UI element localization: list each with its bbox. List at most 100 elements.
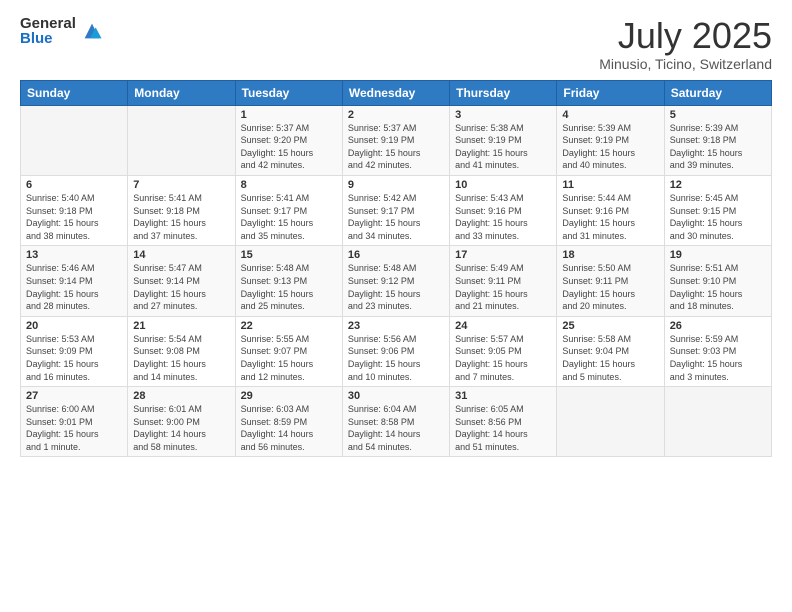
calendar-cell: 11Sunrise: 5:44 AM Sunset: 9:16 PM Dayli…: [557, 175, 664, 245]
calendar-cell: 29Sunrise: 6:03 AM Sunset: 8:59 PM Dayli…: [235, 387, 342, 457]
day-of-week-header: Sunday: [21, 80, 128, 105]
day-info: Sunrise: 6:00 AM Sunset: 9:01 PM Dayligh…: [26, 403, 122, 453]
calendar-cell: 7Sunrise: 5:41 AM Sunset: 9:18 PM Daylig…: [128, 175, 235, 245]
logo-blue: Blue: [20, 31, 76, 46]
day-info: Sunrise: 5:48 AM Sunset: 9:13 PM Dayligh…: [241, 262, 337, 312]
day-number: 13: [26, 249, 122, 261]
day-info: Sunrise: 5:49 AM Sunset: 9:11 PM Dayligh…: [455, 262, 551, 312]
day-number: 18: [562, 249, 658, 261]
calendar-cell: [128, 105, 235, 175]
calendar-cell: 15Sunrise: 5:48 AM Sunset: 9:13 PM Dayli…: [235, 246, 342, 316]
day-of-week-header: Tuesday: [235, 80, 342, 105]
day-number: 25: [562, 320, 658, 332]
header: General Blue July 2025 Minusio, Ticino, …: [20, 16, 772, 72]
day-number: 12: [670, 179, 766, 191]
calendar-week-row: 13Sunrise: 5:46 AM Sunset: 9:14 PM Dayli…: [21, 246, 772, 316]
calendar-cell: 26Sunrise: 5:59 AM Sunset: 9:03 PM Dayli…: [664, 316, 771, 386]
logo: General Blue: [20, 16, 103, 46]
day-info: Sunrise: 5:58 AM Sunset: 9:04 PM Dayligh…: [562, 333, 658, 383]
day-info: Sunrise: 6:03 AM Sunset: 8:59 PM Dayligh…: [241, 403, 337, 453]
calendar-cell: 31Sunrise: 6:05 AM Sunset: 8:56 PM Dayli…: [450, 387, 557, 457]
calendar-cell: [664, 387, 771, 457]
day-number: 16: [348, 249, 444, 261]
day-number: 29: [241, 390, 337, 402]
title-block: July 2025 Minusio, Ticino, Switzerland: [599, 16, 772, 72]
calendar-cell: 22Sunrise: 5:55 AM Sunset: 9:07 PM Dayli…: [235, 316, 342, 386]
day-number: 17: [455, 249, 551, 261]
calendar-cell: 24Sunrise: 5:57 AM Sunset: 9:05 PM Dayli…: [450, 316, 557, 386]
calendar-cell: 16Sunrise: 5:48 AM Sunset: 9:12 PM Dayli…: [342, 246, 449, 316]
calendar-cell: 12Sunrise: 5:45 AM Sunset: 9:15 PM Dayli…: [664, 175, 771, 245]
day-number: 23: [348, 320, 444, 332]
calendar-week-row: 27Sunrise: 6:00 AM Sunset: 9:01 PM Dayli…: [21, 387, 772, 457]
day-number: 6: [26, 179, 122, 191]
day-number: 27: [26, 390, 122, 402]
calendar-cell: 18Sunrise: 5:50 AM Sunset: 9:11 PM Dayli…: [557, 246, 664, 316]
calendar-cell: 27Sunrise: 6:00 AM Sunset: 9:01 PM Dayli…: [21, 387, 128, 457]
day-number: 28: [133, 390, 229, 402]
day-info: Sunrise: 5:51 AM Sunset: 9:10 PM Dayligh…: [670, 262, 766, 312]
calendar-cell: 13Sunrise: 5:46 AM Sunset: 9:14 PM Dayli…: [21, 246, 128, 316]
calendar-cell: [557, 387, 664, 457]
day-info: Sunrise: 5:41 AM Sunset: 9:18 PM Dayligh…: [133, 192, 229, 242]
day-of-week-header: Wednesday: [342, 80, 449, 105]
day-of-week-header: Monday: [128, 80, 235, 105]
day-number: 26: [670, 320, 766, 332]
calendar-cell: 2Sunrise: 5:37 AM Sunset: 9:19 PM Daylig…: [342, 105, 449, 175]
day-number: 5: [670, 109, 766, 121]
month-title: July 2025: [599, 16, 772, 56]
day-number: 30: [348, 390, 444, 402]
day-info: Sunrise: 5:53 AM Sunset: 9:09 PM Dayligh…: [26, 333, 122, 383]
day-info: Sunrise: 5:39 AM Sunset: 9:19 PM Dayligh…: [562, 122, 658, 172]
calendar-week-row: 1Sunrise: 5:37 AM Sunset: 9:20 PM Daylig…: [21, 105, 772, 175]
day-number: 31: [455, 390, 551, 402]
day-number: 21: [133, 320, 229, 332]
calendar-cell: 20Sunrise: 5:53 AM Sunset: 9:09 PM Dayli…: [21, 316, 128, 386]
day-info: Sunrise: 5:38 AM Sunset: 9:19 PM Dayligh…: [455, 122, 551, 172]
day-number: 11: [562, 179, 658, 191]
calendar-cell: 19Sunrise: 5:51 AM Sunset: 9:10 PM Dayli…: [664, 246, 771, 316]
day-number: 2: [348, 109, 444, 121]
day-number: 7: [133, 179, 229, 191]
day-number: 3: [455, 109, 551, 121]
day-info: Sunrise: 6:01 AM Sunset: 9:00 PM Dayligh…: [133, 403, 229, 453]
calendar-header-row: SundayMondayTuesdayWednesdayThursdayFrid…: [21, 80, 772, 105]
day-info: Sunrise: 5:48 AM Sunset: 9:12 PM Dayligh…: [348, 262, 444, 312]
calendar-cell: 1Sunrise: 5:37 AM Sunset: 9:20 PM Daylig…: [235, 105, 342, 175]
day-number: 24: [455, 320, 551, 332]
day-info: Sunrise: 5:44 AM Sunset: 9:16 PM Dayligh…: [562, 192, 658, 242]
logo-general: General: [20, 16, 76, 31]
calendar-cell: 14Sunrise: 5:47 AM Sunset: 9:14 PM Dayli…: [128, 246, 235, 316]
day-number: 8: [241, 179, 337, 191]
calendar-week-row: 20Sunrise: 5:53 AM Sunset: 9:09 PM Dayli…: [21, 316, 772, 386]
calendar-cell: 4Sunrise: 5:39 AM Sunset: 9:19 PM Daylig…: [557, 105, 664, 175]
day-info: Sunrise: 6:04 AM Sunset: 8:58 PM Dayligh…: [348, 403, 444, 453]
day-number: 4: [562, 109, 658, 121]
calendar-cell: 3Sunrise: 5:38 AM Sunset: 9:19 PM Daylig…: [450, 105, 557, 175]
day-number: 22: [241, 320, 337, 332]
day-number: 20: [26, 320, 122, 332]
day-info: Sunrise: 6:05 AM Sunset: 8:56 PM Dayligh…: [455, 403, 551, 453]
day-info: Sunrise: 5:39 AM Sunset: 9:18 PM Dayligh…: [670, 122, 766, 172]
calendar-cell: 8Sunrise: 5:41 AM Sunset: 9:17 PM Daylig…: [235, 175, 342, 245]
calendar-cell: 17Sunrise: 5:49 AM Sunset: 9:11 PM Dayli…: [450, 246, 557, 316]
calendar-cell: 23Sunrise: 5:56 AM Sunset: 9:06 PM Dayli…: [342, 316, 449, 386]
day-info: Sunrise: 5:56 AM Sunset: 9:06 PM Dayligh…: [348, 333, 444, 383]
calendar-cell: 9Sunrise: 5:42 AM Sunset: 9:17 PM Daylig…: [342, 175, 449, 245]
calendar-cell: [21, 105, 128, 175]
calendar-cell: 5Sunrise: 5:39 AM Sunset: 9:18 PM Daylig…: [664, 105, 771, 175]
day-of-week-header: Thursday: [450, 80, 557, 105]
calendar-cell: 6Sunrise: 5:40 AM Sunset: 9:18 PM Daylig…: [21, 175, 128, 245]
day-info: Sunrise: 5:42 AM Sunset: 9:17 PM Dayligh…: [348, 192, 444, 242]
day-info: Sunrise: 5:40 AM Sunset: 9:18 PM Dayligh…: [26, 192, 122, 242]
calendar-cell: 10Sunrise: 5:43 AM Sunset: 9:16 PM Dayli…: [450, 175, 557, 245]
day-info: Sunrise: 5:37 AM Sunset: 9:20 PM Dayligh…: [241, 122, 337, 172]
calendar: SundayMondayTuesdayWednesdayThursdayFrid…: [20, 80, 772, 458]
day-number: 9: [348, 179, 444, 191]
day-number: 1: [241, 109, 337, 121]
day-info: Sunrise: 5:50 AM Sunset: 9:11 PM Dayligh…: [562, 262, 658, 312]
calendar-week-row: 6Sunrise: 5:40 AM Sunset: 9:18 PM Daylig…: [21, 175, 772, 245]
day-of-week-header: Friday: [557, 80, 664, 105]
calendar-cell: 25Sunrise: 5:58 AM Sunset: 9:04 PM Dayli…: [557, 316, 664, 386]
day-of-week-header: Saturday: [664, 80, 771, 105]
